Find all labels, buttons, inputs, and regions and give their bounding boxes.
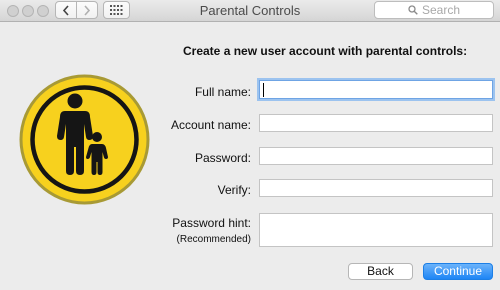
- form-heading: Create a new user account with parental …: [183, 44, 468, 58]
- continue-button[interactable]: Continue: [423, 263, 493, 280]
- verify-field[interactable]: [259, 179, 493, 197]
- full-name-label: Full name:: [194, 85, 251, 99]
- search-field[interactable]: Search: [374, 1, 494, 19]
- text-caret: [263, 83, 264, 97]
- back-button[interactable]: Back: [348, 263, 413, 280]
- recommended-label: (Recommended): [176, 234, 251, 245]
- account-name-field[interactable]: [259, 114, 493, 132]
- title-bar: Parental Controls Search: [0, 0, 500, 22]
- password-field[interactable]: [259, 147, 493, 165]
- full-name-field[interactable]: [259, 80, 493, 99]
- password-hint-field[interactable]: [259, 213, 493, 247]
- search-placeholder: Search: [421, 3, 461, 17]
- search-icon: [408, 5, 418, 15]
- verify-label: Verify:: [217, 183, 251, 197]
- password-label: Password:: [194, 151, 251, 165]
- password-hint-label: Password hint:: [172, 216, 251, 230]
- account-name-label: Account name:: [170, 118, 251, 132]
- parental-controls-icon: [18, 73, 151, 206]
